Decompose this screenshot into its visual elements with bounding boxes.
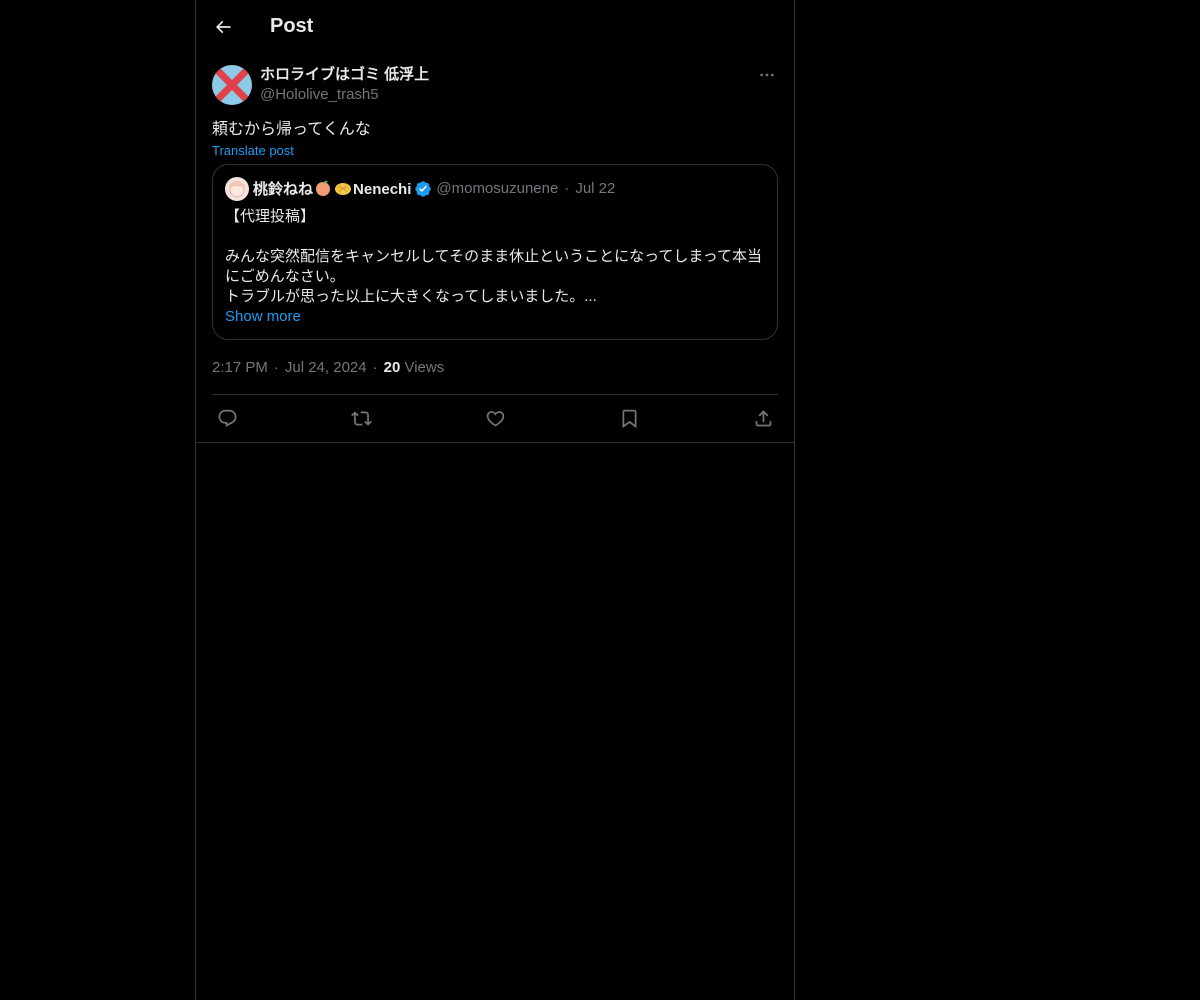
post-date[interactable]: Jul 24, 2024: [285, 359, 367, 376]
post-meta: 2:17 PM · Jul 24, 2024 · 20 Views: [212, 358, 778, 395]
views-count: 20: [383, 359, 401, 376]
share-icon: [755, 410, 771, 427]
more-button[interactable]: [756, 65, 778, 85]
like-button[interactable]: [484, 408, 506, 430]
peach-emoji-icon: [314, 179, 332, 197]
author-row: ホロライブはゴミ 低浮上 @Hololive_trash5: [212, 65, 778, 105]
views-label: Views: [404, 359, 445, 376]
author-names: ホロライブはゴミ 低浮上 @Hololive_trash5: [260, 65, 429, 105]
quoted-display-name: 桃鈴ねね Nenechi: [253, 179, 412, 198]
melon-pan-emoji-icon: [334, 179, 352, 197]
quoted-post-text: 【代理投稿】 みんな突然配信をキャンセルしてそのまま休止ということになってしまっ…: [225, 208, 763, 305]
back-button[interactable]: [206, 10, 240, 44]
back-arrow-icon: [215, 20, 231, 33]
quoted-handle: @momosuzunene: [436, 180, 559, 197]
quoted-avatar: [225, 177, 249, 201]
like-icon: [486, 411, 504, 427]
post-time[interactable]: 2:17 PM: [212, 359, 268, 376]
repost-button[interactable]: [350, 408, 372, 430]
quoted-post-header: 桃鈴ねね Nenechi @momosuzunene · Jul 22: [225, 177, 765, 201]
meta-separator: ·: [273, 359, 279, 376]
share-button[interactable]: [752, 408, 774, 430]
header: Post: [196, 0, 794, 53]
bookmark-button[interactable]: [618, 408, 640, 430]
avatar-image: [212, 65, 252, 105]
post: ホロライブはゴミ 低浮上 @Hololive_trash5 頼むから帰ってくんな…: [196, 53, 794, 443]
quoted-dot: ·: [564, 180, 570, 197]
verified-icon: [414, 180, 432, 198]
author-display-name[interactable]: ホロライブはゴミ 低浮上: [260, 65, 429, 85]
reply-button[interactable]: [216, 408, 238, 430]
show-more-link[interactable]: Show more: [225, 307, 765, 327]
avatar[interactable]: [212, 65, 252, 105]
author-handle[interactable]: @Hololive_trash5: [260, 85, 429, 105]
meta-separator: ·: [372, 359, 378, 376]
translate-post-link[interactable]: Translate post: [212, 143, 294, 159]
action-bar: [212, 395, 778, 442]
main-column: Post ホロライブはゴミ 低浮上 @Hololive_trash5 頼むから帰…: [195, 0, 795, 1000]
repost-icon: [350, 411, 372, 426]
quoted-post[interactable]: 桃鈴ねね Nenechi @momosuzunene · Jul 22 【代理投稿…: [212, 164, 778, 340]
post-divider: [196, 442, 794, 443]
page-title: Post: [270, 15, 314, 37]
post-text: 頼むから帰ってくんな: [212, 121, 371, 138]
quoted-date: Jul 22: [575, 180, 616, 197]
more-icon: [760, 73, 774, 77]
bookmark-icon: [622, 409, 636, 429]
quoted-avatar-image: [225, 177, 249, 201]
reply-icon: [218, 409, 236, 427]
